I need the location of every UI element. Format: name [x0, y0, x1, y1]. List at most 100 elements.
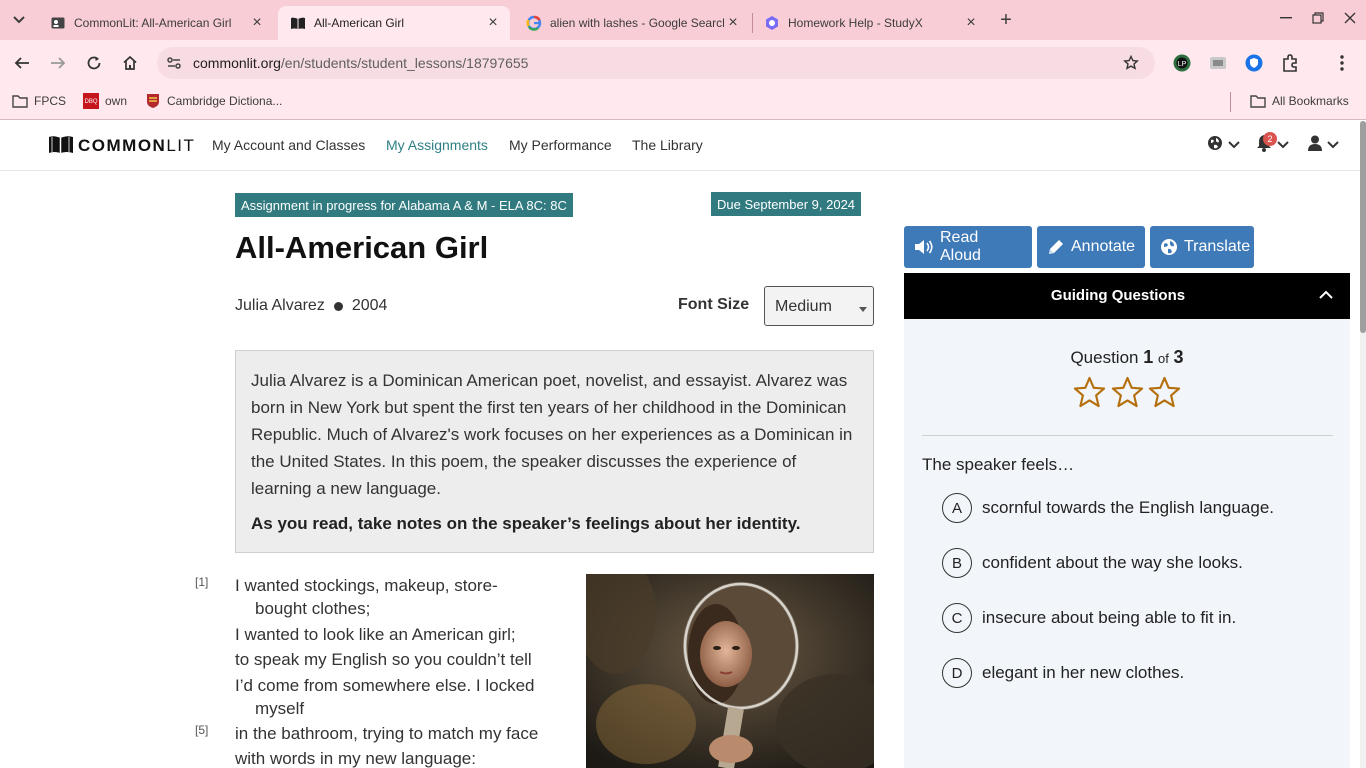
bookmark-own[interactable]: DBQ own	[83, 92, 127, 110]
reading-instruction: As you read, take notes on the speaker’s…	[251, 514, 801, 533]
star-icon	[1111, 376, 1144, 410]
speaker-icon	[914, 237, 934, 257]
tab-title: Homework Help - StudyX	[788, 16, 923, 30]
tab-all-american-girl[interactable]: All-American Girl ×	[278, 6, 510, 40]
close-icon[interactable]: ×	[962, 14, 980, 32]
chevron-up-icon[interactable]	[1318, 287, 1334, 303]
page-scrollbar[interactable]	[1360, 121, 1366, 768]
star-icon	[1148, 376, 1181, 410]
poem-line[interactable]: I’d come from somewhere else. I locked	[195, 674, 580, 697]
address-bar[interactable]: commonlit.org/en/students/student_lesson…	[157, 47, 1155, 79]
poem-line[interactable]: I wanted to look like an American girl;	[195, 623, 580, 646]
tab-title: CommonLit: All-American Girl	[74, 16, 232, 30]
scrollbar-thumb[interactable]	[1360, 121, 1366, 333]
new-tab-plus-icon[interactable]: +	[995, 9, 1017, 31]
home-icon[interactable]	[118, 51, 142, 75]
answer-choice-b[interactable]: B confident about the way she looks.	[942, 548, 1243, 578]
chevron-down-icon	[1277, 136, 1289, 154]
answer-choice-d[interactable]: D elegant in her new clothes.	[942, 658, 1184, 688]
poem-line[interactable]: [1] I wanted stockings, makeup, store-	[195, 574, 580, 597]
all-bookmarks[interactable]: All Bookmarks	[1250, 92, 1349, 110]
nav-my-assignments[interactable]: My Assignments	[386, 137, 488, 153]
language-menu[interactable]	[1207, 135, 1240, 155]
cambridge-shield-icon	[145, 93, 161, 109]
extension-image-icon[interactable]	[1208, 53, 1228, 73]
user-icon	[1308, 135, 1322, 156]
extension-lp-icon[interactable]: LP	[1172, 53, 1192, 73]
read-aloud-button[interactable]: Read Aloud	[904, 226, 1032, 268]
page-title: All-American Girl	[235, 230, 489, 265]
all-bookmarks-label: All Bookmarks	[1272, 94, 1349, 108]
site-info-icon[interactable]	[165, 54, 183, 72]
choice-letter: C	[942, 603, 972, 633]
introduction-text: Julia Alvarez is a Dominican American po…	[251, 371, 853, 498]
question-total: 3	[1173, 347, 1184, 367]
close-icon[interactable]: ×	[724, 14, 742, 32]
commonlit-logo[interactable]: COMMONLIT	[48, 135, 195, 157]
tab-google-search[interactable]: alien with lashes - Google Search ×	[514, 6, 750, 40]
url-path: /en/students/student_lessons/18797655	[280, 55, 529, 71]
close-icon[interactable]: ×	[484, 14, 502, 32]
tab-search-chevron-icon[interactable]	[8, 9, 30, 31]
globe-icon	[1207, 135, 1223, 156]
studyx-icon	[764, 15, 780, 31]
poem-line[interactable]: with words in my new language:	[195, 747, 580, 768]
read-aloud-label: Read Aloud	[940, 229, 981, 264]
browser-menu-dots-icon[interactable]	[1332, 53, 1352, 73]
annotate-label: Annotate	[1071, 238, 1136, 255]
nav-my-account[interactable]: My Account and Classes	[212, 137, 365, 153]
font-size-value: Medium	[775, 298, 832, 315]
window-close-icon[interactable]	[1330, 0, 1366, 36]
tab-title: All-American Girl	[314, 16, 405, 30]
poem-text: [1] I wanted stockings, makeup, store- bo…	[195, 574, 580, 768]
nav-my-performance[interactable]: My Performance	[509, 137, 612, 153]
poem-line-text: to speak my English so you couldn’t tell	[235, 650, 532, 669]
answer-choice-c[interactable]: C insecure about being able to fit in.	[942, 603, 1236, 633]
extensions-puzzle-icon[interactable]	[1280, 53, 1300, 73]
font-size-label: Font Size	[678, 296, 750, 313]
translate-button[interactable]: Translate	[1150, 226, 1254, 268]
tab-studyx[interactable]: Homework Help - StudyX ×	[752, 6, 988, 40]
choice-letter: D	[942, 658, 972, 688]
poem-line[interactable]: [5] in the bathroom, trying to match my f…	[195, 722, 580, 745]
bookmark-star-icon[interactable]	[1121, 53, 1141, 73]
reload-icon[interactable]	[82, 51, 106, 75]
font-size-select[interactable]: Medium	[764, 286, 874, 326]
logo-text-bold: COMMON	[78, 136, 167, 155]
svg-text:LP: LP	[1178, 61, 1187, 68]
user-menu[interactable]	[1308, 135, 1339, 155]
close-icon[interactable]: ×	[248, 14, 266, 32]
poem-line[interactable]: to speak my English so you couldn’t tell	[195, 648, 580, 671]
answer-choice-a[interactable]: A scornful towards the English language.	[942, 493, 1274, 523]
url-text: commonlit.org/en/students/student_lesson…	[193, 55, 528, 71]
poem-line[interactable]: myself	[195, 697, 580, 720]
nav-the-library[interactable]: The Library	[632, 137, 703, 153]
chevron-down-icon	[1327, 136, 1339, 154]
choice-text: insecure about being able to fit in.	[982, 608, 1237, 627]
guiding-questions-header[interactable]: Guiding Questions	[904, 273, 1350, 319]
bookmark-cambridge[interactable]: Cambridge Dictiona...	[145, 92, 282, 110]
question-word: Question	[1070, 348, 1139, 367]
forward-arrow-icon[interactable]	[46, 51, 70, 75]
question-counter: Question 1 of 3	[904, 347, 1350, 368]
chevron-down-icon	[1228, 136, 1240, 154]
poem-line[interactable]: bought clothes;	[195, 597, 580, 620]
folder-icon	[1250, 93, 1266, 109]
annotate-button[interactable]: Annotate	[1037, 226, 1145, 268]
extension-shield-icon[interactable]	[1244, 53, 1264, 73]
divider	[922, 435, 1333, 436]
separator-dot	[333, 301, 343, 311]
bookmark-label: own	[105, 94, 128, 108]
google-g-icon	[526, 15, 542, 31]
tab-commonlit-lesson[interactable]: CommonLit: All-American Girl ×	[38, 6, 274, 40]
folder-icon	[12, 93, 28, 109]
publication-year: 2004	[351, 297, 388, 314]
poem-line-text: myself	[255, 699, 305, 718]
bookmark-label: FPCS	[34, 94, 67, 108]
bookmark-fpcs[interactable]: FPCS	[12, 92, 66, 110]
logo-text: COMMONLIT	[78, 136, 195, 156]
star-icon	[1073, 376, 1106, 410]
choice-text: confident about the way she looks.	[982, 553, 1243, 572]
choice-letter: B	[942, 548, 972, 578]
back-arrow-icon[interactable]	[10, 51, 34, 75]
